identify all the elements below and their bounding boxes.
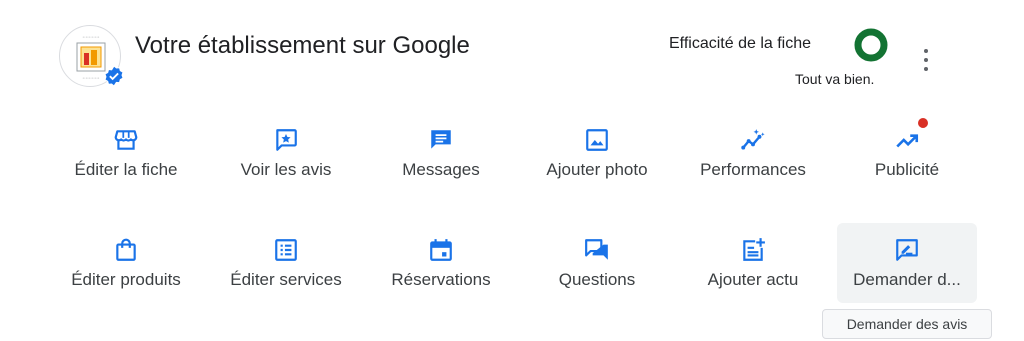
- more-vertical-icon[interactable]: [916, 43, 936, 77]
- efficacy-ring-icon[interactable]: [853, 27, 889, 63]
- add-photo-icon: [586, 129, 608, 151]
- edit-services-button[interactable]: Éditer services: [216, 223, 356, 303]
- storefront-icon: [114, 130, 138, 150]
- shopping-bag-icon: [116, 238, 136, 261]
- add-post-button[interactable]: Ajouter actu: [683, 223, 823, 303]
- view-reviews-label: Voir les avis: [240, 160, 332, 179]
- performance-button[interactable]: Performances: [683, 113, 823, 193]
- svg-text:◦◦◦◦◦◦: ◦◦◦◦◦◦: [82, 76, 100, 82]
- edit-products-button[interactable]: Éditer produits: [56, 223, 196, 303]
- tooltip: Demander des avis: [822, 309, 992, 339]
- rate-review-icon: [896, 239, 918, 261]
- forum-icon: [585, 239, 608, 260]
- insights-icon: [741, 129, 765, 150]
- edit-profile-button[interactable]: Éditer la fiche: [56, 113, 196, 193]
- questions-label: Questions: [558, 270, 636, 289]
- verified-badge-icon: [104, 65, 124, 87]
- edit-products-label: Éditer produits: [71, 270, 181, 289]
- advertising-label: Publicité: [874, 160, 940, 179]
- questions-button[interactable]: Questions: [527, 223, 667, 303]
- list-icon: [275, 239, 297, 261]
- messages-button[interactable]: Messages: [371, 113, 511, 193]
- notification-dot: [918, 118, 928, 128]
- advertising-button[interactable]: Publicité: [837, 113, 977, 193]
- post-add-icon: [743, 238, 765, 261]
- review-star-icon: [276, 129, 297, 151]
- profile-header: ◦◦◦◦◦◦ ◦◦◦◦◦◦ Votre établissement sur Go…: [0, 0, 1024, 100]
- messages-label: Messages: [402, 160, 480, 179]
- add-post-label: Ajouter actu: [707, 270, 799, 289]
- request-reviews-button[interactable]: Demander d...: [837, 223, 977, 303]
- add-photo-label: Ajouter photo: [546, 160, 648, 179]
- performance-label: Performances: [700, 160, 806, 179]
- trending-up-icon: [896, 134, 919, 148]
- view-reviews-button[interactable]: Voir les avis: [216, 113, 356, 193]
- bookings-label: Réservations: [391, 270, 491, 289]
- add-photo-button[interactable]: Ajouter photo: [527, 113, 667, 193]
- efficacy-label: Efficacité de la fiche: [669, 35, 812, 52]
- request-reviews-label: Demander d...: [853, 270, 961, 289]
- efficacy-status: Tout va bien.: [795, 71, 875, 87]
- page-title: Votre établissement sur Google: [135, 32, 470, 59]
- message-icon: [431, 130, 451, 149]
- bookings-button[interactable]: Réservations: [371, 223, 511, 303]
- calendar-icon: [430, 239, 452, 261]
- svg-text:◦◦◦◦◦◦: ◦◦◦◦◦◦: [82, 35, 100, 41]
- edit-profile-label: Éditer la fiche: [74, 160, 178, 179]
- edit-services-label: Éditer services: [230, 270, 342, 289]
